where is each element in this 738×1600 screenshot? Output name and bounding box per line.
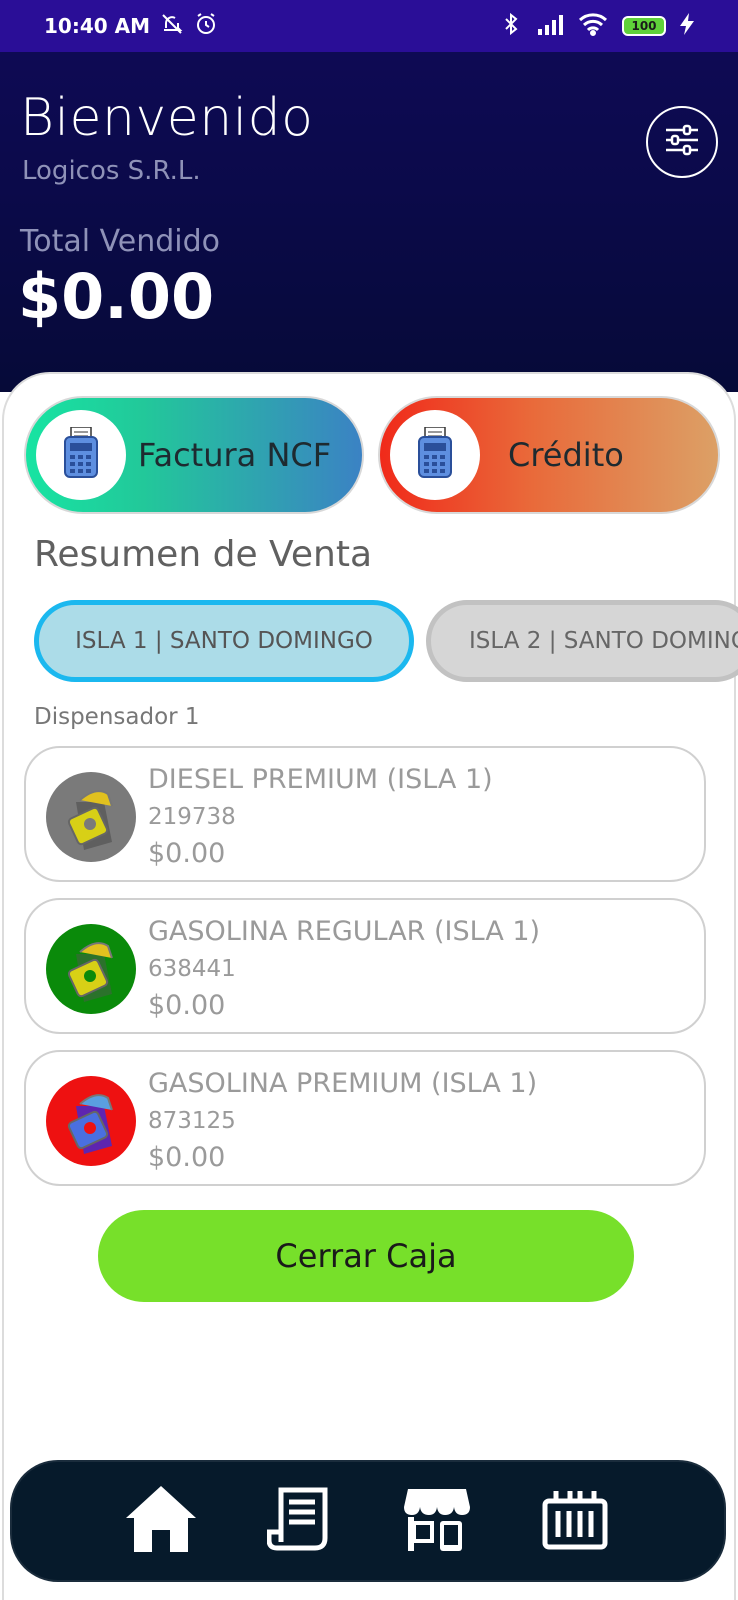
fuel-code: 873125	[148, 1108, 236, 1134]
fuel-code: 219738	[148, 804, 236, 830]
dispenser-label: Dispensador 1	[34, 704, 200, 730]
status-right: 100	[502, 12, 694, 40]
wifi-icon	[578, 12, 608, 40]
sliders-icon	[664, 124, 700, 160]
fuel-pump-icon	[46, 1076, 136, 1166]
fuel-code: 638441	[148, 956, 236, 982]
fuel-name: DIESEL PREMIUM (ISLA 1)	[148, 764, 493, 795]
charging-icon	[680, 13, 694, 39]
signal-icon	[536, 13, 564, 39]
total-sold-value: $0.00	[18, 260, 215, 333]
status-time: 10:40 AM	[44, 14, 151, 38]
cash-register-icon	[542, 1487, 608, 1555]
credito-button[interactable]: Crédito	[378, 396, 720, 514]
factura-ncf-button[interactable]: Factura NCF	[24, 396, 364, 514]
main-panel: Factura NCF Crédito Resumen de Venta ISL…	[2, 372, 738, 1600]
nav-receipts[interactable]	[259, 1481, 339, 1561]
fuel-card[interactable]: GASOLINA PREMIUM (ISLA 1) 873125 $0.00	[24, 1050, 706, 1186]
status-bar: 10:40 AM 100	[0, 0, 738, 52]
welcome-title: Bienvenido	[20, 88, 314, 148]
mute-icon	[160, 12, 184, 41]
nav-cash-register[interactable]	[535, 1481, 615, 1561]
bluetooth-icon	[502, 12, 522, 40]
pos-terminal-icon-wrap	[36, 410, 126, 500]
fuel-amount: $0.00	[148, 838, 226, 869]
nav-store[interactable]	[397, 1481, 477, 1561]
bottom-nav	[12, 1462, 724, 1580]
fuel-amount: $0.00	[148, 990, 226, 1021]
fuel-card[interactable]: DIESEL PREMIUM (ISLA 1) 219738 $0.00	[24, 746, 706, 882]
total-sold-label: Total Vendido	[20, 224, 221, 259]
store-icon	[402, 1485, 472, 1557]
pos-terminal-icon	[418, 426, 452, 483]
status-left: 10:40 AM	[44, 12, 218, 41]
fuel-amount: $0.00	[148, 1142, 226, 1173]
battery-icon: 100	[622, 16, 666, 36]
settings-button[interactable]	[646, 106, 718, 178]
credito-label: Crédito	[508, 436, 624, 474]
fuel-card[interactable]: GASOLINA REGULAR (ISLA 1) 638441 $0.00	[24, 898, 706, 1034]
island-tab-2[interactable]: ISLA 2 | SANTO DOMINGO	[426, 600, 738, 682]
alarm-icon	[194, 12, 218, 41]
fuel-pump-icon	[46, 772, 136, 862]
fuel-pump-icon	[46, 924, 136, 1014]
pos-terminal-icon	[64, 426, 98, 483]
fuel-name: GASOLINA PREMIUM (ISLA 1)	[148, 1068, 538, 1099]
island-tab-1[interactable]: ISLA 1 | SANTO DOMINGO	[34, 600, 414, 682]
cerrar-caja-button[interactable]: Cerrar Caja	[98, 1210, 634, 1302]
section-title: Resumen de Venta	[34, 534, 373, 575]
fuel-name: GASOLINA REGULAR (ISLA 1)	[148, 916, 541, 947]
factura-ncf-label: Factura NCF	[138, 436, 332, 474]
header: Bienvenido Logicos S.R.L. Total Vendido …	[0, 52, 738, 392]
receipt-icon	[266, 1486, 331, 1556]
home-icon	[124, 1484, 198, 1558]
nav-home[interactable]	[121, 1481, 201, 1561]
pos-terminal-icon-wrap	[390, 410, 480, 500]
company-name: Logicos S.R.L.	[22, 156, 201, 186]
